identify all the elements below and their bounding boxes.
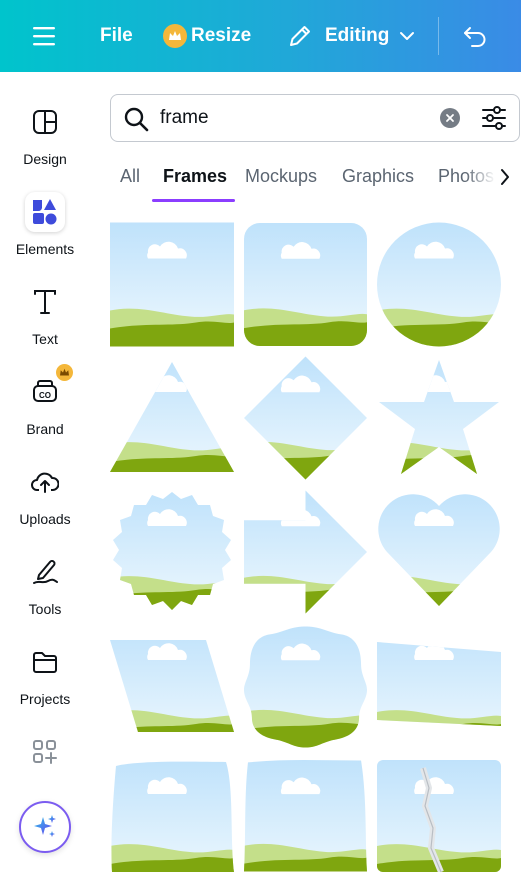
sidebar-item-tools[interactable]: Tools	[0, 542, 90, 622]
frame-badge[interactable]	[110, 490, 234, 614]
folder-icon	[25, 642, 65, 682]
sidebar-label: Uploads	[19, 511, 71, 527]
frame-rounded-square[interactable]	[244, 222, 367, 347]
sidebar-item-apps[interactable]	[0, 722, 90, 772]
chevron-down-icon	[400, 32, 415, 40]
crown-icon	[163, 24, 187, 48]
active-tab-indicator	[152, 199, 235, 202]
magic-assistant-button[interactable]	[19, 801, 71, 853]
upload-icon	[25, 462, 65, 502]
tab-all[interactable]: All	[120, 166, 140, 187]
frame-circle[interactable]	[377, 222, 501, 347]
svg-text:CO: CO	[39, 391, 51, 400]
close-icon	[446, 114, 454, 122]
frame-diamond[interactable]	[244, 356, 367, 480]
frame-slanted-rectangle[interactable]	[377, 624, 501, 748]
sparkle-icon	[34, 815, 56, 837]
tabs-scroll-right-button[interactable]	[499, 168, 511, 191]
resize-label: Resize	[191, 25, 252, 46]
sidebar-item-elements[interactable]: Elements	[0, 182, 90, 262]
frame-wavy-rectangle[interactable]	[244, 758, 367, 872]
file-menu-button[interactable]: File	[100, 0, 133, 72]
clear-search-button[interactable]	[440, 108, 460, 128]
frame-square[interactable]	[110, 222, 234, 347]
search-bar[interactable]: frame	[110, 94, 520, 142]
file-label: File	[100, 25, 133, 46]
undo-icon	[464, 27, 486, 47]
search-icon	[124, 107, 149, 132]
category-tabs: All Frames Mockups Graphics Photos	[110, 152, 521, 204]
frame-wavy-square[interactable]	[110, 758, 234, 872]
crown-icon	[56, 364, 73, 381]
tab-mockups[interactable]: Mockups	[245, 166, 317, 187]
sidebar-label: Tools	[28, 601, 62, 617]
editing-label: Editing	[325, 25, 390, 46]
sidebar-item-design[interactable]: Design	[0, 92, 90, 172]
frame-torn-paper[interactable]	[377, 758, 501, 872]
sidebar-item-projects[interactable]: Projects	[0, 632, 90, 712]
frame-heart[interactable]	[377, 490, 501, 614]
tools-icon	[25, 552, 65, 592]
apps-icon	[25, 732, 65, 772]
sidebar-label: Text	[32, 331, 58, 347]
resize-button[interactable]: Resize	[163, 0, 251, 72]
sidebar-label: Brand	[26, 421, 64, 437]
tab-fade	[465, 152, 521, 204]
editing-mode-dropdown[interactable]: Editing	[287, 0, 415, 72]
frame-parallelogram[interactable]	[110, 624, 234, 748]
pencil-icon	[290, 26, 310, 46]
tab-frames[interactable]: Frames	[163, 166, 227, 187]
tab-graphics[interactable]: Graphics	[342, 166, 414, 187]
frame-star[interactable]	[377, 356, 501, 480]
top-bar: File Resize Editing	[0, 0, 521, 72]
frame-arrow[interactable]	[244, 490, 367, 614]
layout-icon	[25, 102, 65, 142]
undo-button[interactable]	[462, 0, 488, 72]
text-icon	[25, 282, 65, 322]
menu-button[interactable]	[32, 0, 56, 72]
filter-button[interactable]	[481, 105, 507, 136]
sidebar-item-brand[interactable]: CO Brand	[0, 362, 90, 442]
topbar-divider	[438, 17, 439, 55]
elements-icon	[25, 192, 65, 232]
frame-triangle[interactable]	[110, 356, 234, 480]
frame-scallop[interactable]	[244, 624, 367, 748]
search-input[interactable]: frame	[160, 95, 209, 141]
sidebar: Design Elements Text CO Brand Uploads To…	[0, 72, 90, 872]
sidebar-label: Design	[23, 151, 67, 167]
sidebar-item-text[interactable]: Text	[0, 272, 90, 352]
sliders-icon	[482, 106, 506, 130]
sidebar-label: Elements	[15, 241, 75, 257]
sidebar-item-uploads[interactable]: Uploads	[0, 452, 90, 532]
sidebar-label: Projects	[19, 691, 71, 707]
chevron-right-icon	[501, 169, 509, 185]
hamburger-icon	[33, 27, 55, 46]
